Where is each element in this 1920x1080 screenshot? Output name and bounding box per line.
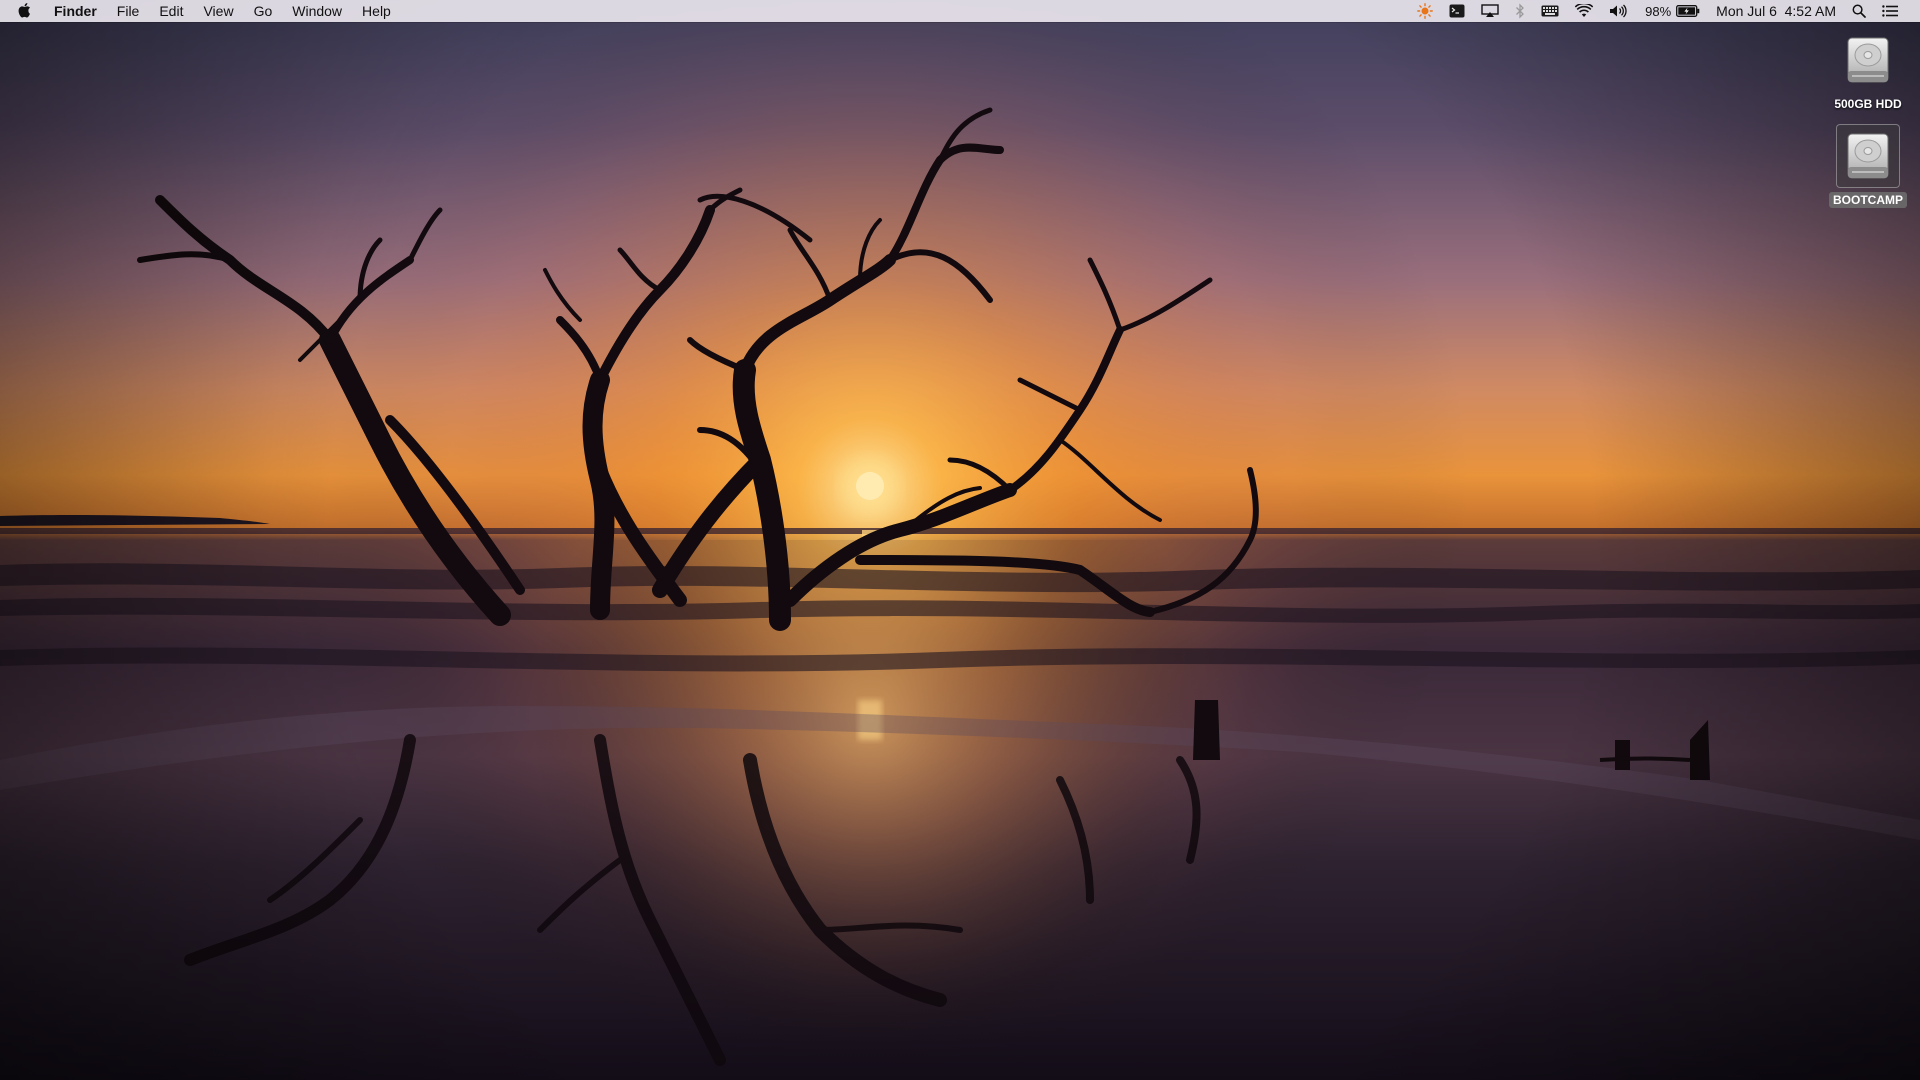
- terminal-status-item[interactable]: [1441, 0, 1473, 22]
- wifi-icon: [1575, 4, 1594, 18]
- apple-menu-button[interactable]: [0, 0, 48, 22]
- notification-center-button[interactable]: [1874, 0, 1906, 22]
- menu-help[interactable]: Help: [352, 0, 401, 22]
- menu-edit[interactable]: Edit: [149, 0, 193, 22]
- notification-center-icon: [1882, 5, 1898, 17]
- menu-bar-status-area: 98% Mon Jul 6 4:52 AM: [1409, 0, 1920, 22]
- brightness-status-item[interactable]: [1409, 0, 1441, 22]
- desktop-drive-bootcamp[interactable]: BOOTCAMP: [1820, 124, 1916, 208]
- hard-drive-icon: [1836, 28, 1900, 92]
- menu-window[interactable]: Window: [282, 0, 352, 22]
- menu-file[interactable]: File: [107, 0, 150, 22]
- volume-icon: [1609, 4, 1629, 18]
- menu-go[interactable]: Go: [244, 0, 283, 22]
- airplay-icon: [1481, 4, 1499, 18]
- wifi-status-item[interactable]: [1567, 0, 1601, 22]
- apple-icon: [17, 2, 31, 21]
- battery-percent: 98%: [1645, 3, 1672, 19]
- wallpaper-image: [0, 0, 1920, 1080]
- menu-view[interactable]: View: [193, 0, 243, 22]
- clock[interactable]: Mon Jul 6 4:52 AM: [1708, 0, 1844, 22]
- drive-label: BOOTCAMP: [1829, 192, 1907, 208]
- airplay-status-item[interactable]: [1473, 0, 1507, 22]
- drive-label: 500GB HDD: [1834, 97, 1902, 111]
- keyboard-status-item[interactable]: [1533, 0, 1567, 22]
- hard-drive-icon: [1836, 124, 1900, 188]
- brightness-icon: [1417, 3, 1434, 19]
- menu-bar-left: Finder File Edit View Go Window Help: [0, 0, 401, 22]
- menu-finder[interactable]: Finder: [48, 0, 107, 22]
- volume-status-item[interactable]: [1601, 0, 1637, 22]
- desktop-drive-500gb-hdd[interactable]: 500GB HDD: [1820, 28, 1916, 112]
- bluetooth-status-item[interactable]: [1507, 0, 1533, 22]
- spotlight-button[interactable]: [1844, 0, 1874, 22]
- terminal-icon: [1449, 4, 1465, 18]
- battery-status-item[interactable]: 98%: [1637, 0, 1708, 22]
- keyboard-icon: [1541, 5, 1559, 17]
- spotlight-icon: [1852, 4, 1866, 18]
- menu-bar: Finder File Edit View Go Window Help 98%…: [0, 0, 1920, 22]
- desktop[interactable]: Finder File Edit View Go Window Help 98%…: [0, 0, 1920, 1080]
- battery-icon: [1676, 5, 1700, 17]
- bluetooth-icon: [1515, 3, 1525, 19]
